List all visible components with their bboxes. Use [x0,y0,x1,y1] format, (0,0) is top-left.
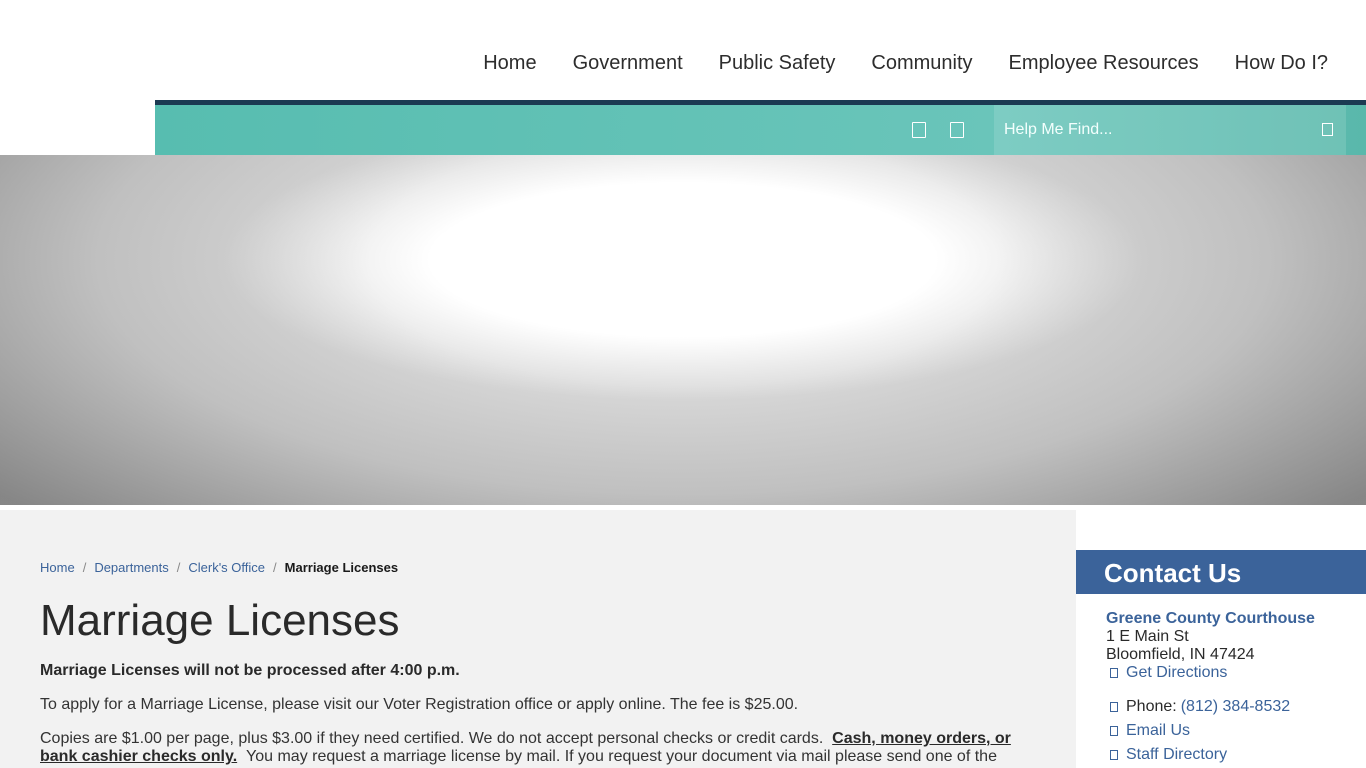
breadcrumb-separator: / [82,560,87,575]
nav-how-do-i[interactable]: How Do I? [1235,52,1328,75]
main-content: Home / Departments / Clerk's Office / Ma… [0,510,1076,768]
hero-banner [0,155,1366,505]
share-icon[interactable] [950,122,964,138]
breadcrumb-separator: / [176,560,181,575]
map-marker-icon [1110,668,1118,678]
search-input[interactable] [1004,119,1304,141]
email-us-link[interactable]: Email Us [1126,722,1190,740]
nav-home[interactable]: Home [483,52,536,75]
directions-row: Get Directions [1106,664,1366,682]
site-header: Home Government Public Safety Community … [0,0,1366,100]
get-directions-link[interactable]: Get Directions [1126,664,1227,682]
phone-link[interactable]: (812) 384-8532 [1181,698,1290,716]
copies-text: Copies are $1.00 per page, plus $3.00 if… [40,730,824,747]
breadcrumb-current: Marriage Licenses [284,560,399,575]
staff-directory-link[interactable]: Staff Directory [1126,746,1227,764]
envelope-icon [1110,726,1118,736]
nav-public-safety[interactable]: Public Safety [719,52,836,75]
nav-government[interactable]: Government [573,52,683,75]
breadcrumb-clerks-office[interactable]: Clerk's Office [188,560,265,575]
contact-title: Contact Us [1104,558,1242,588]
phone-icon [1110,702,1118,712]
people-icon [1110,750,1118,760]
phone-row: Phone: (812) 384-8532 [1106,698,1366,716]
phone-label: Phone: [1126,698,1177,715]
processing-notice: Marriage Licenses will not be processed … [40,662,460,679]
mail-request-text: You may request a marriage license by ma… [246,748,997,765]
address-line-2: Bloomfield, IN 47424 [1106,646,1255,663]
breadcrumb-home[interactable]: Home [40,560,75,575]
address-line-1: 1 E Main St [1106,628,1189,645]
nav-community[interactable]: Community [871,52,972,75]
office-name: Greene County Courthouse [1106,610,1315,627]
nav-employee-resources[interactable]: Employee Resources [1009,52,1199,75]
page-title: Marriage Licenses [40,596,400,645]
apply-paragraph: To apply for a Marriage License, please … [40,696,799,713]
search-icon[interactable] [1322,123,1333,136]
email-row: Email Us [1106,722,1366,740]
search-box [994,105,1346,155]
breadcrumb-separator: / [273,560,277,575]
copies-paragraph: Copies are $1.00 per page, plus $3.00 if… [40,730,1040,766]
utility-toolbar [155,105,1366,155]
staff-row: Staff Directory [1106,746,1366,764]
contact-card: Greene County Courthouse 1 E Main St Blo… [1106,610,1366,764]
main-nav: Home Government Public Safety Community … [483,52,1328,75]
breadcrumb: Home / Departments / Clerk's Office / Ma… [40,560,398,575]
translate-icon[interactable] [912,122,926,138]
breadcrumb-departments[interactable]: Departments [94,560,168,575]
contact-header: Contact Us [1076,550,1366,594]
